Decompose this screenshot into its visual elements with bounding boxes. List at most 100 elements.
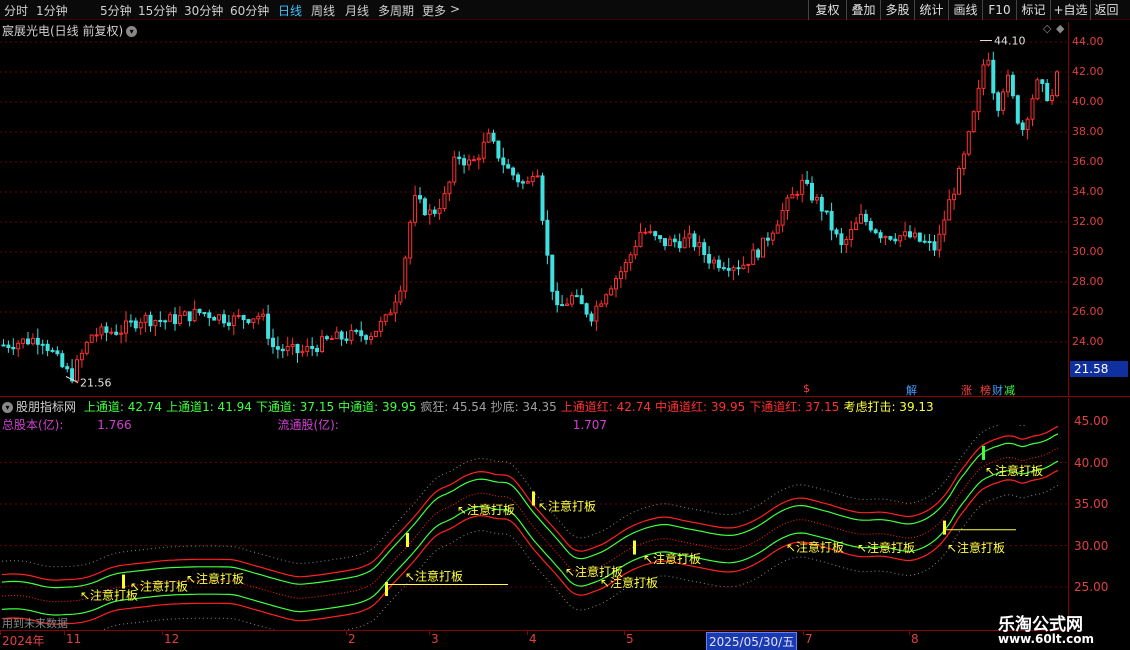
candlestick-chart[interactable]: 44.10 21.56 <box>0 22 1068 397</box>
period-tab-9[interactable]: 多周期 <box>378 2 414 19</box>
candle-body <box>231 315 236 326</box>
candle-body <box>1035 79 1040 100</box>
toolbar-button-5[interactable]: F10 <box>982 0 1016 20</box>
warning-label: ↖注意打板 <box>786 539 844 554</box>
candle-body <box>359 330 364 337</box>
candle-body <box>540 175 545 221</box>
candle-body <box>991 59 996 94</box>
date-tick <box>803 631 804 635</box>
candle-body <box>393 301 398 314</box>
candle-body <box>863 213 868 223</box>
candle-body <box>961 153 966 169</box>
toolbar-button-3[interactable]: 统计 <box>914 0 948 20</box>
candle-body <box>780 209 785 226</box>
event-marker-5[interactable]: $ <box>803 382 810 395</box>
indicator-value-4: 疯狂: 45.54 <box>420 400 487 414</box>
candle-body <box>746 263 751 266</box>
toolbar-button-6[interactable]: 标记 <box>1016 0 1050 20</box>
candle-body <box>648 231 653 234</box>
candle-body <box>84 341 89 354</box>
candle-body <box>6 344 11 348</box>
candle-body <box>795 193 800 196</box>
candle-body <box>45 343 50 351</box>
toolbar-button-4[interactable]: 画线 <box>948 0 982 20</box>
indicator-tick-4: 25.00 <box>1074 580 1109 594</box>
period-tab-3[interactable]: 15分钟 <box>138 2 177 19</box>
candle-body <box>824 210 829 213</box>
chevron-down-icon[interactable]: ▾ <box>2 402 13 413</box>
candle-body <box>849 229 854 240</box>
period-tab-0[interactable]: 分时 <box>4 2 28 19</box>
candle-body <box>138 321 143 329</box>
candle-body <box>682 237 687 249</box>
period-tab-5[interactable]: 60分钟 <box>230 2 269 19</box>
channel-indicator-chart[interactable]: ↖注意打板↖注意打板↖注意打板 ↖注意打板↖注意打板 ↖注意打板↖注意打板↖注意打板… <box>0 425 1068 630</box>
candle-body <box>1010 74 1015 97</box>
candle-body <box>775 224 780 234</box>
candle-body <box>40 343 45 346</box>
indicator-name[interactable]: 股朋指标网 <box>16 400 76 414</box>
candle-body <box>378 320 383 332</box>
candle-body <box>329 338 334 341</box>
indicator-value-2: 下通道: 37.15 <box>255 400 335 414</box>
indicator-value-0: 上通道: 42.74 <box>83 400 163 414</box>
signal-bar <box>982 445 985 460</box>
candle-body <box>124 320 128 334</box>
candle-body <box>354 330 359 333</box>
more-chevron-icon[interactable]: > <box>450 2 460 16</box>
period-tab-10[interactable]: 更多 <box>422 2 446 19</box>
candle-body <box>388 312 393 316</box>
candle-body <box>716 259 721 269</box>
candle-body <box>996 92 1001 111</box>
candle-body <box>819 196 824 212</box>
candle-body <box>800 179 805 195</box>
watermark-url: www.60lt.com <box>998 632 1095 646</box>
candle-body <box>937 233 942 251</box>
candle-body <box>153 319 158 327</box>
candle-body <box>246 319 251 324</box>
candle-body <box>834 229 839 235</box>
period-tab-4[interactable]: 30分钟 <box>184 2 223 19</box>
period-tab-2[interactable]: 5分钟 <box>100 2 132 19</box>
toolbar-button-2[interactable]: 多股 <box>880 0 914 20</box>
indicator-value-6: 上通道红: 42.74 <box>560 400 652 414</box>
candle-body <box>11 346 16 350</box>
period-tab-6[interactable]: 日线 <box>278 2 302 19</box>
period-tab-7[interactable]: 周线 <box>311 2 335 19</box>
warning-label: ↖注意打板 <box>186 571 244 586</box>
period-tab-8[interactable]: 月线 <box>345 2 369 19</box>
candle-body <box>457 156 462 160</box>
period-tab-1[interactable]: 1分钟 <box>36 2 68 19</box>
candle-body <box>89 334 94 343</box>
candle-body <box>476 157 481 161</box>
candle-body <box>422 198 427 216</box>
indicator-value-5: 抄底: 34.35 <box>490 400 557 414</box>
upper-channel-red <box>1 425 1059 581</box>
candle-body <box>256 315 261 320</box>
candle-body <box>275 346 280 350</box>
candle-body <box>761 237 765 258</box>
candle-body <box>187 311 192 322</box>
toolbar-button-7[interactable]: +自选 <box>1050 0 1090 20</box>
candle-body <box>888 236 893 240</box>
date-tick <box>909 631 910 635</box>
toolbar-button-8[interactable]: 返回 <box>1090 0 1122 20</box>
price-tick-0: 44.00 <box>1072 35 1104 48</box>
candle-body <box>133 320 138 329</box>
low-price-label: 21.56 <box>80 377 112 390</box>
date-tick <box>64 631 65 635</box>
candle-body <box>491 132 496 142</box>
candle-body <box>618 271 623 280</box>
candle-body <box>569 295 574 305</box>
candle-body <box>241 314 246 321</box>
candle-body <box>957 167 961 195</box>
toolbar-button-1[interactable]: 叠加 <box>846 0 880 20</box>
candle-body <box>99 326 104 336</box>
candle-body <box>805 179 810 184</box>
candle-body <box>638 231 643 247</box>
candle-body <box>785 197 790 211</box>
toolbar-button-0[interactable]: 复权 <box>808 0 846 20</box>
candle-body <box>814 196 819 201</box>
indicator-header: ▾ 股朋指标网 上通道: 42.74 上通道1: 41.94 下通道: 37.15 中通… <box>2 398 942 415</box>
candle-body <box>168 314 173 322</box>
